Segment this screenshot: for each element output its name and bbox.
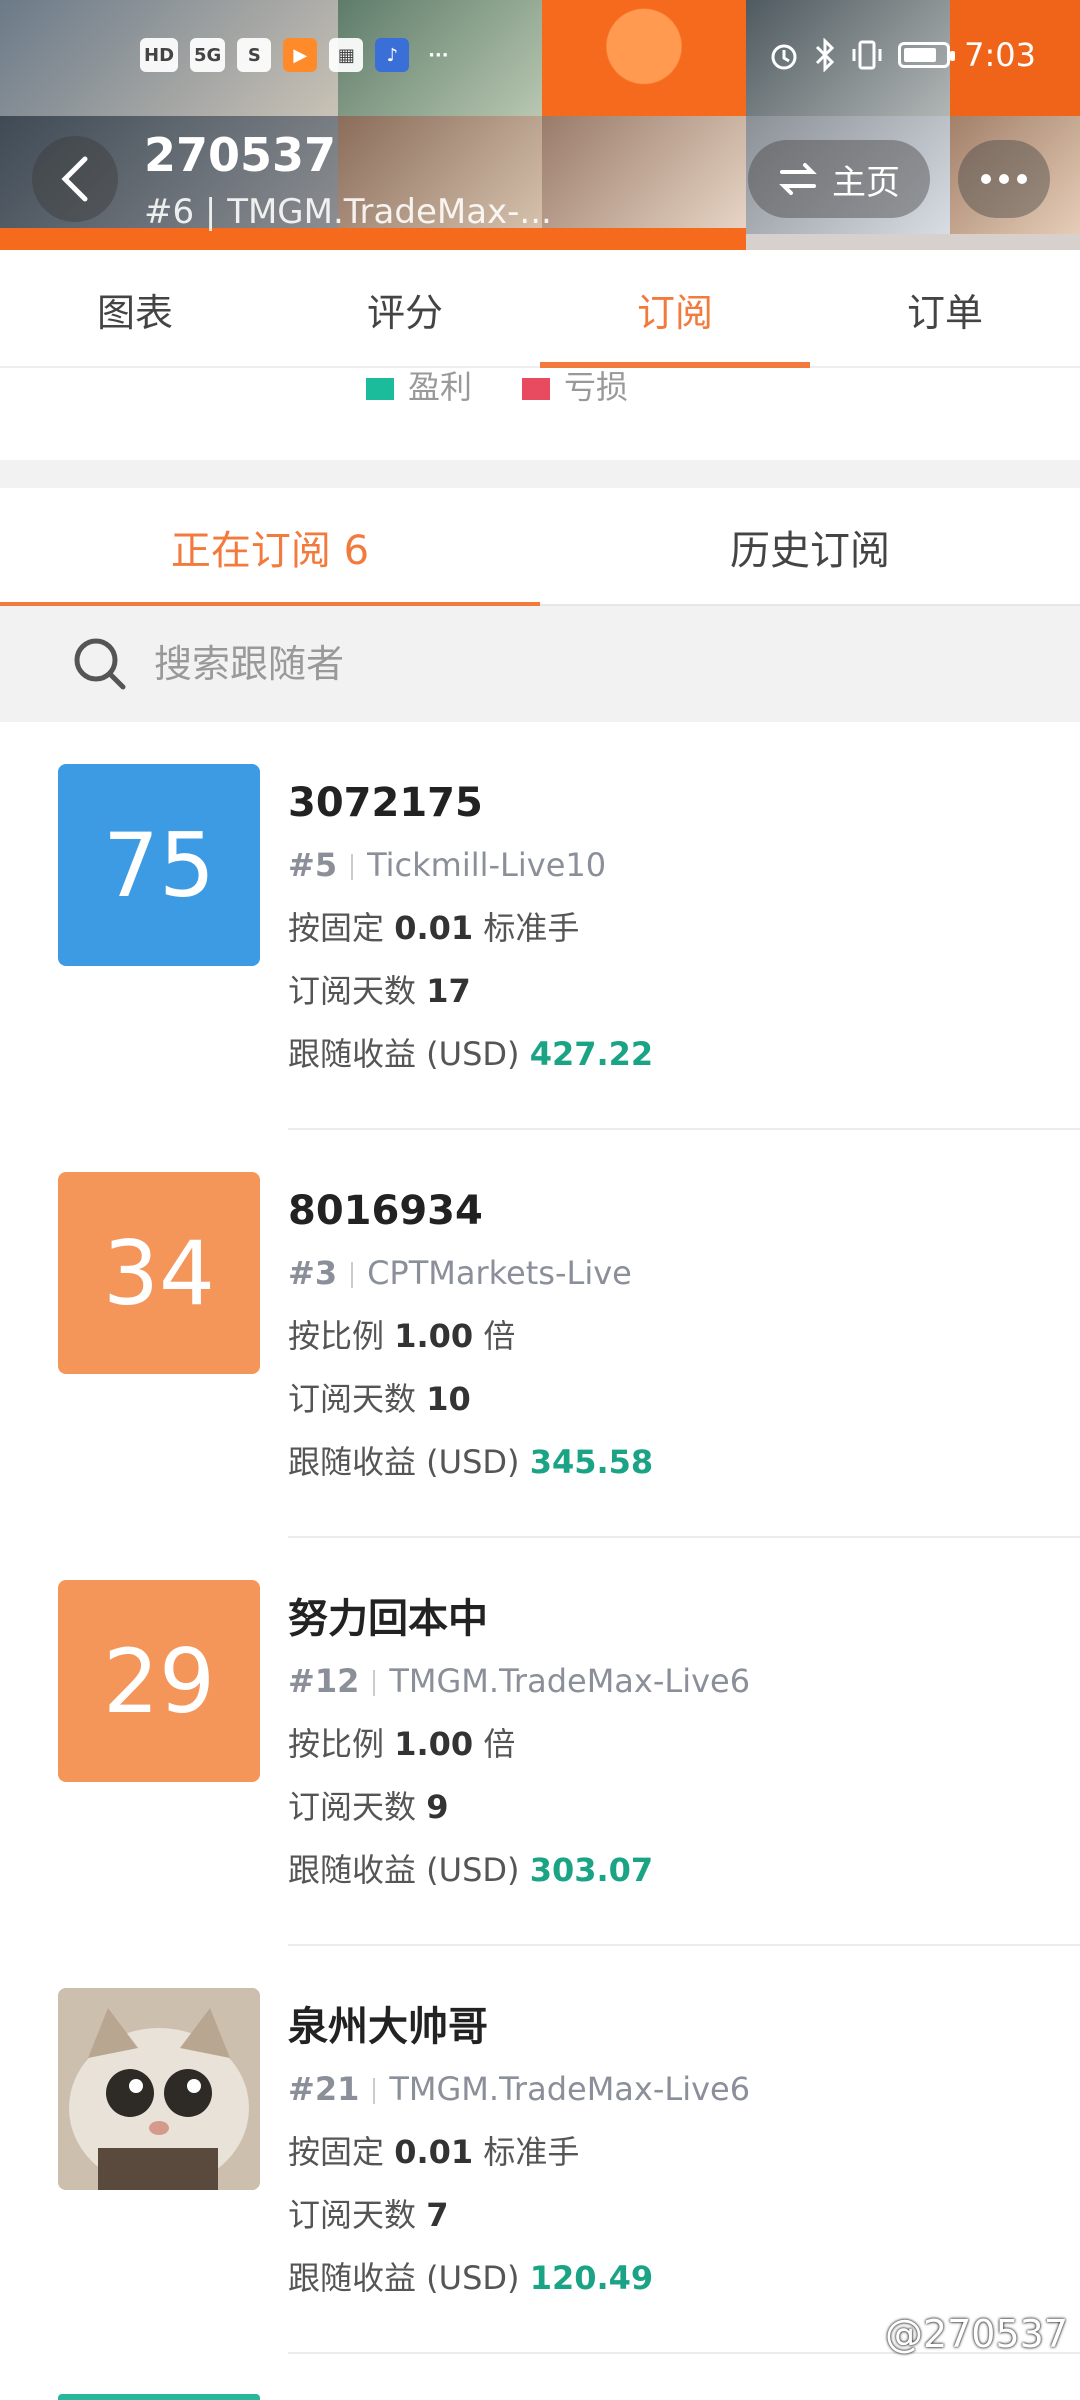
main-tab-bar: 图表 评分 订阅 订单 bbox=[0, 250, 1080, 368]
chart-legend: 盈利 亏损 bbox=[0, 368, 1080, 460]
more-notifications-icon: ··· bbox=[428, 44, 449, 66]
copy-mode-label: 按比例 bbox=[288, 1725, 385, 1763]
gallery-app-icon: ▦ bbox=[329, 38, 364, 72]
days-value: 17 bbox=[426, 972, 471, 1010]
copy-mode-value: 1.00 bbox=[394, 1725, 474, 1763]
legend-loss: 亏损 bbox=[522, 362, 628, 408]
broker-name: Tickmill-Live10 bbox=[367, 846, 607, 884]
home-button-label: 主页 bbox=[832, 162, 900, 203]
broker-name: TMGM.TradeMax-Live6 bbox=[389, 1662, 751, 1700]
page-title: 270537 bbox=[144, 128, 337, 182]
broker-name: CPTMarkets-Live bbox=[367, 1254, 632, 1292]
profit-value: 303.07 bbox=[529, 1851, 654, 1889]
days-value: 7 bbox=[426, 2196, 449, 2234]
subscription-list: 75 3072175 #5 Tickmill-Live10 按固定 0.01 标准… bbox=[0, 722, 1080, 2354]
copy-mode-unit: 倍 bbox=[483, 1317, 516, 1355]
tab-current-subscriptions[interactable]: 正在订阅 6 bbox=[0, 488, 540, 608]
copy-mode-value: 0.01 bbox=[394, 2133, 474, 2171]
list-item[interactable]: 泉州大帅哥 #21 TMGM.TradeMax-Live6 按固定 0.01 标准… bbox=[0, 1946, 1080, 2354]
video-app-icon: ▶ bbox=[283, 38, 318, 72]
copy-mode-label: 按固定 bbox=[288, 2133, 385, 2171]
cat-avatar-image bbox=[58, 1988, 260, 2190]
copy-mode-value: 1.00 bbox=[394, 1317, 474, 1355]
section-divider bbox=[0, 460, 1080, 488]
profit-value: 120.49 bbox=[529, 2259, 654, 2297]
status-icons-left: HD 5G S ▶ ▦ ♪ ··· bbox=[140, 38, 455, 72]
vibrate-icon bbox=[852, 40, 882, 70]
back-button[interactable] bbox=[32, 136, 118, 222]
chevron-left-icon bbox=[61, 156, 88, 202]
follower-name: 3072175 bbox=[288, 780, 483, 826]
profit-label: 跟随收益 (USD) bbox=[288, 1443, 520, 1481]
rank-badge: #21 bbox=[288, 2070, 360, 2108]
list-item[interactable]: 75 3072175 #5 Tickmill-Live10 按固定 0.01 标准… bbox=[0, 722, 1080, 1130]
subscription-tab-bar: 正在订阅 6 历史订阅 bbox=[0, 488, 1080, 608]
days-label: 订阅天数 bbox=[288, 1380, 417, 1418]
list-item[interactable]: 34 8016934 #3 CPTMarkets-Live 按比例 1.00 倍 … bbox=[0, 1130, 1080, 1538]
avatar: 34 bbox=[58, 1172, 260, 1374]
avatar: 29 bbox=[58, 1580, 260, 1782]
profile-header-banner: HD 5G S ▶ ▦ ♪ ··· 7:03 270537 #6 | TMGM.… bbox=[0, 0, 1080, 250]
home-button[interactable]: 主页 bbox=[748, 140, 930, 218]
page-subtitle: #6 | TMGM.TradeMax-... bbox=[144, 192, 552, 232]
days-value: 9 bbox=[426, 1788, 449, 1826]
music-app-icon: ♪ bbox=[375, 38, 410, 72]
rank-badge: #5 bbox=[288, 846, 338, 884]
rank-badge: #12 bbox=[288, 1662, 360, 1700]
copy-mode-unit: 标准手 bbox=[483, 2133, 580, 2171]
broker-name: TMGM.TradeMax-Live6 bbox=[389, 2070, 751, 2108]
search-bar bbox=[0, 606, 1080, 722]
next-item-avatar-peek bbox=[58, 2394, 260, 2400]
bluetooth-icon bbox=[816, 38, 835, 72]
days-value: 10 bbox=[426, 1380, 471, 1418]
banner-photo bbox=[542, 116, 746, 234]
follower-name: 泉州大帅哥 bbox=[288, 2004, 488, 2050]
profit-value: 427.22 bbox=[529, 1035, 654, 1073]
status-icons-right: 7:03 bbox=[768, 36, 1036, 74]
search-icon bbox=[74, 638, 126, 690]
watermark: @270537 bbox=[884, 2312, 1068, 2356]
avatar bbox=[58, 1988, 260, 2190]
rank-badge: #3 bbox=[288, 1254, 338, 1292]
avatar: 75 bbox=[58, 764, 260, 966]
days-label: 订阅天数 bbox=[288, 2196, 417, 2234]
tab-subscription[interactable]: 订阅 bbox=[540, 250, 810, 368]
list-item[interactable]: 29 努力回本中 #12 TMGM.TradeMax-Live6 按比例 1.00… bbox=[0, 1538, 1080, 1946]
clock: 7:03 bbox=[964, 36, 1036, 74]
hd-icon: HD bbox=[140, 38, 179, 72]
profit-label: 跟随收益 (USD) bbox=[288, 1851, 520, 1889]
copy-mode-label: 按固定 bbox=[288, 909, 385, 947]
legend-profit: 盈利 bbox=[366, 362, 472, 408]
days-label: 订阅天数 bbox=[288, 972, 417, 1010]
alarm-icon bbox=[771, 44, 797, 70]
battery-icon bbox=[898, 42, 956, 68]
profit-label: 跟随收益 (USD) bbox=[288, 2259, 520, 2297]
search-input[interactable] bbox=[154, 642, 954, 686]
signal-icon: 5G bbox=[190, 38, 226, 72]
follower-name: 8016934 bbox=[288, 1188, 483, 1234]
tab-chart[interactable]: 图表 bbox=[0, 250, 270, 368]
copy-mode-unit: 倍 bbox=[483, 1725, 516, 1763]
tab-orders[interactable]: 订单 bbox=[810, 250, 1080, 368]
profit-value: 345.58 bbox=[529, 1443, 654, 1481]
copy-mode-unit: 标准手 bbox=[483, 909, 580, 947]
days-label: 订阅天数 bbox=[288, 1788, 417, 1826]
profit-label: 跟随收益 (USD) bbox=[288, 1035, 520, 1073]
copy-mode-label: 按比例 bbox=[288, 1317, 385, 1355]
more-options-button[interactable] bbox=[958, 140, 1050, 218]
swap-icon bbox=[779, 163, 817, 195]
copy-mode-value: 0.01 bbox=[394, 909, 474, 947]
banner-strip bbox=[746, 234, 1080, 250]
status-bar: HD 5G S ▶ ▦ ♪ ··· 7:03 bbox=[0, 30, 1080, 80]
more-dots-icon bbox=[981, 174, 991, 184]
app-notification-icon: S bbox=[237, 38, 272, 72]
tab-rating[interactable]: 评分 bbox=[270, 250, 540, 368]
tab-history-subscriptions[interactable]: 历史订阅 bbox=[540, 488, 1080, 606]
follower-name: 努力回本中 bbox=[288, 1596, 488, 1642]
